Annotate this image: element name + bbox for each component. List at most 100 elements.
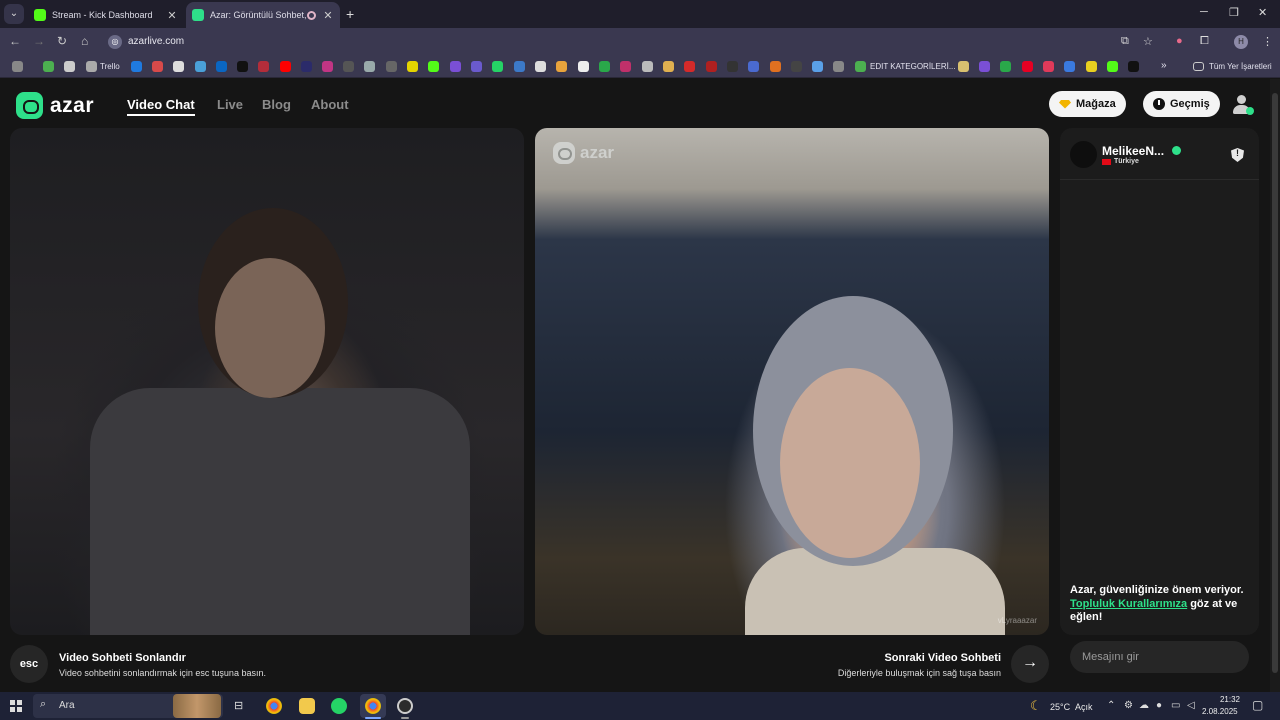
instagram-icon[interactable] [322,61,333,72]
bookmark-icon[interactable] [471,61,482,72]
bookmark-icon[interactable] [642,61,653,72]
bookmark-icon[interactable] [64,61,75,72]
tab-azar[interactable]: Azar: Görüntülü Sohbet, Arı ✕ [186,2,340,28]
bookmark-icon[interactable] [706,61,717,72]
minimize-icon[interactable]: ─ [1200,6,1208,18]
file-explorer-icon[interactable] [299,698,315,714]
network-icon[interactable]: ▭ [1171,700,1180,711]
site-info-icon[interactable]: ◎ [108,35,122,49]
chrome-icon[interactable] [266,698,282,714]
bookmark-icon[interactable] [450,61,461,72]
kick-icon[interactable] [1107,61,1118,72]
bookmark-icon[interactable] [386,61,397,72]
tab-search-button[interactable]: ⌄ [4,4,24,24]
windows-start-icon[interactable] [10,700,22,712]
youtube-icon[interactable] [280,61,291,72]
address-bar[interactable]: ◎ azarlive.com [104,31,1164,53]
bookmark-icon[interactable] [663,61,674,72]
bookmark-trello[interactable]: Trello [100,62,120,71]
onedrive-icon[interactable]: ☁ [1139,700,1149,711]
shop-button[interactable]: Mağaza [1049,91,1126,117]
bookmark-icon[interactable] [301,61,312,72]
restore-icon[interactable]: ❐ [1229,6,1239,19]
weather-temperature[interactable]: 25°C [1050,702,1070,712]
history-button[interactable]: Geçmiş [1143,91,1220,117]
nav-blog[interactable]: Blog [262,97,291,112]
x-icon[interactable] [237,61,248,72]
bookmark-icon[interactable] [131,61,142,72]
bookmark-edit-categories[interactable]: EDIT KATEGORİLERİ... [870,62,956,71]
bookmark-icon[interactable] [43,61,54,72]
page-scrollbar[interactable] [1270,79,1280,692]
bookmark-icon[interactable] [556,61,567,72]
microphone-icon[interactable]: ● [1156,700,1162,711]
bookmark-icon[interactable] [258,61,269,72]
tab-kick-dashboard[interactable]: Stream - Kick Dashboard ✕ [28,2,184,28]
apps-icon[interactable] [12,61,23,72]
report-shield-icon[interactable] [1231,148,1244,162]
bookmark-icon[interactable] [407,61,418,72]
bookmark-icon[interactable] [812,61,823,72]
bookmark-icon[interactable] [578,61,589,72]
whatsapp-icon[interactable] [331,698,347,714]
bookmark-icon[interactable] [1043,61,1054,72]
menu-icon[interactable]: ⋮ [1262,35,1273,48]
bookmark-icon[interactable] [1000,61,1011,72]
bookmarks-overflow-icon[interactable]: » [1161,60,1167,71]
all-bookmarks[interactable]: Tüm Yer İşaretleri [1209,62,1272,71]
whatsapp-icon[interactable] [492,61,503,72]
task-view-icon[interactable]: ⊟ [234,699,243,712]
nav-live[interactable]: Live [217,97,243,112]
chrome-profile-icon[interactable] [365,698,381,714]
window-close-icon[interactable]: ✕ [1258,6,1267,19]
bookmark-icon[interactable] [364,61,375,72]
extensions-icon[interactable]: ⧠ [1200,35,1209,48]
bookmark-icon[interactable] [620,61,631,72]
bookmark-icon[interactable] [195,61,206,72]
bookmark-icon[interactable] [173,61,184,72]
home-icon[interactable]: ⌂ [81,34,88,48]
bookmark-icon[interactable] [1064,61,1075,72]
community-rules-link[interactable]: Topluluk Kurallarımıza [1070,598,1187,610]
bookmark-icon[interactable] [428,61,439,72]
bookmark-icon[interactable] [855,61,866,72]
trello-icon[interactable] [86,61,97,72]
clock-time[interactable]: 21:32 [1206,695,1240,704]
bookmark-icon[interactable] [748,61,759,72]
pinterest-icon[interactable] [1022,61,1033,72]
volume-icon[interactable]: ◁ [1187,700,1195,711]
peer-avatar[interactable] [1070,141,1097,168]
azar-logo[interactable]: azar [16,92,94,119]
bookmark-icon[interactable] [535,61,546,72]
weather-condition[interactable]: Açık [1075,702,1093,712]
bookmark-icon[interactable] [770,61,781,72]
recording-extension-icon[interactable]: ● [1176,35,1183,47]
bookmark-icon[interactable] [514,61,525,72]
user-profile-icon[interactable] [1230,93,1254,115]
message-input[interactable] [1070,641,1249,673]
bookmark-icon[interactable] [791,61,802,72]
bookmark-icon[interactable] [727,61,738,72]
back-icon[interactable]: ← [9,34,21,48]
tray-overflow-icon[interactable]: ⌃ [1107,700,1115,711]
bookmark-icon[interactable] [1086,61,1097,72]
close-icon[interactable]: ✕ [166,9,178,22]
bookmark-icon[interactable] [958,61,969,72]
x-icon[interactable] [1128,61,1139,72]
bookmark-icon[interactable] [599,61,610,72]
bookmark-icon[interactable] [152,61,163,72]
notifications-icon[interactable]: ▢ [1252,698,1263,712]
taskbar-search[interactable]: ⌕ Ara [33,694,223,718]
clock-date[interactable]: 2.08.2025 [1202,707,1238,716]
end-chat-esc-button[interactable]: esc [10,645,48,683]
install-app-icon[interactable]: ⧉ [1121,35,1129,48]
recorder-app-icon[interactable] [397,698,413,714]
forward-icon[interactable]: → [33,34,45,48]
bookmark-icon[interactable] [833,61,844,72]
bookmark-icon[interactable] [343,61,354,72]
weather-moon-icon[interactable]: ☾ [1030,698,1042,714]
profile-avatar[interactable]: H [1234,35,1248,49]
bookmark-icon[interactable] [684,61,695,72]
close-icon[interactable]: ✕ [322,9,334,22]
scroll-thumb[interactable] [1272,93,1278,673]
